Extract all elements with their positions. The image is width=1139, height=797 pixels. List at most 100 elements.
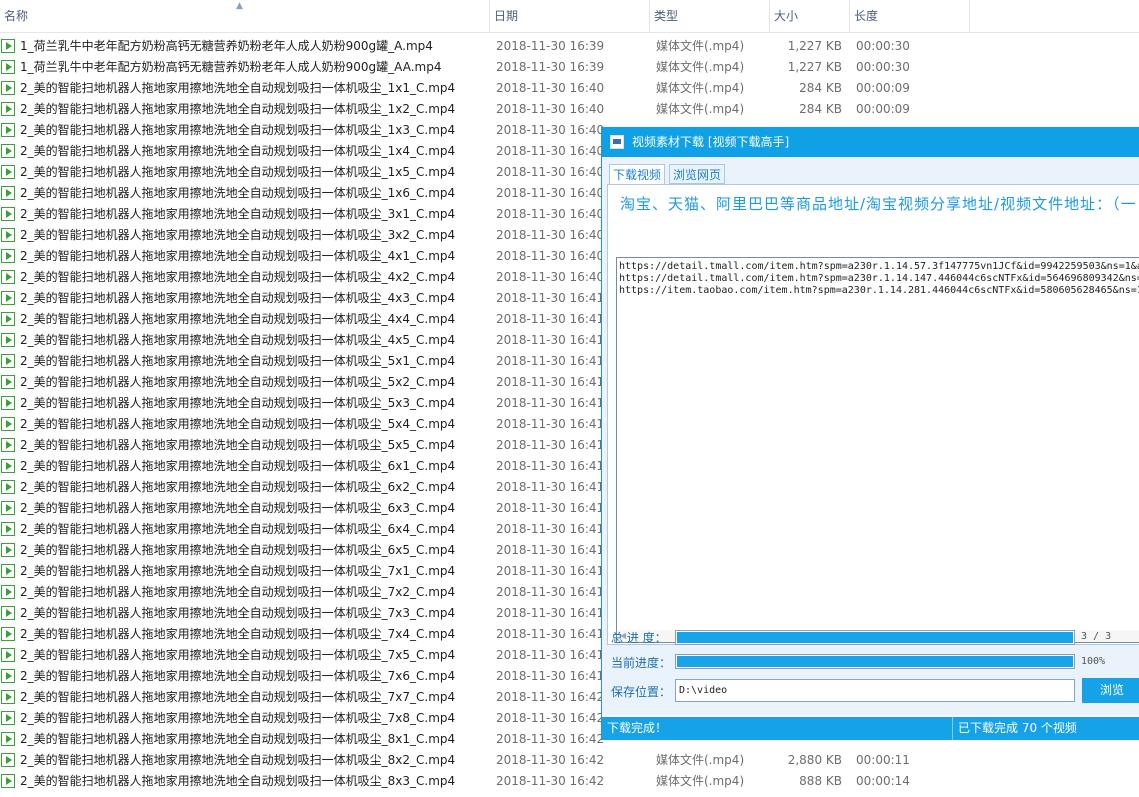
video-file-icon [1,438,15,452]
file-name: 2_美的智能扫地机器人拖地家用擦地洗地全自动规划吸扫一体机吸尘_6x5_C.mp… [20,543,456,557]
current-progress-text: 100% [1081,656,1106,667]
video-file-icon [1,375,15,389]
file-type: 媒体文件(.mp4) [656,60,745,74]
file-name: 1_荷兰乳牛中老年配方奶粉高钙无糖营养奶粉老年人成人奶粉900g罐_AA.mp4 [20,60,442,74]
downloader-titlebar[interactable]: 视频素材下载 [视频下载高手] [602,127,1139,157]
file-length: 00:00:14 [856,774,910,788]
column-header-length[interactable]: 长度 [850,0,970,32]
file-date: 2018-11-30 16:40 [496,81,605,95]
file-name: 2_美的智能扫地机器人拖地家用擦地洗地全自动规划吸扫一体机吸尘_4x3_C.mp… [20,291,456,305]
video-file-icon [1,501,15,515]
video-file-icon [1,228,15,242]
file-name: 2_美的智能扫地机器人拖地家用擦地洗地全自动规划吸扫一体机吸尘_6x1_C.mp… [20,459,456,473]
file-date: 2018-11-30 16:42 [496,732,605,746]
status-message: 下载完成！ [607,721,668,735]
file-name: 2_美的智能扫地机器人拖地家用擦地洗地全自动规划吸扫一体机吸尘_7x6_C.mp… [20,669,456,683]
video-file-icon [1,186,15,200]
file-name: 2_美的智能扫地机器人拖地家用擦地洗地全自动规划吸扫一体机吸尘_5x2_C.mp… [20,375,456,389]
file-name: 2_美的智能扫地机器人拖地家用擦地洗地全自动规划吸扫一体机吸尘_5x4_C.mp… [20,417,456,431]
video-file-icon [1,396,15,410]
file-date: 2018-11-30 16:39 [496,60,605,74]
file-size: 888 KB [799,774,842,788]
column-header-type[interactable]: 类型 [650,0,770,32]
file-name: 2_美的智能扫地机器人拖地家用擦地洗地全自动规划吸扫一体机吸尘_7x8_C.mp… [20,711,456,725]
video-file-icon [1,81,15,95]
file-name: 2_美的智能扫地机器人拖地家用擦地洗地全自动规划吸扫一体机吸尘_1x2_C.mp… [20,102,456,116]
video-file-icon [1,249,15,263]
file-row[interactable]: 2_美的智能扫地机器人拖地家用擦地洗地全自动规划吸扫一体机吸尘_8x3_C.mp… [0,771,1139,792]
video-file-icon [1,711,15,725]
file-type: 媒体文件(.mp4) [656,81,745,95]
file-date: 2018-11-30 16:41 [496,312,605,326]
column-header-date[interactable]: 日期 [490,0,650,32]
file-row[interactable]: 1_荷兰乳牛中老年配方奶粉高钙无糖营养奶粉老年人成人奶粉900g罐_AA.mp4… [0,57,1139,78]
file-date: 2018-11-30 16:41 [496,417,605,431]
video-file-icon [1,417,15,431]
file-name: 2_美的智能扫地机器人拖地家用擦地洗地全自动规划吸扫一体机吸尘_6x4_C.mp… [20,522,456,536]
file-name: 2_美的智能扫地机器人拖地家用擦地洗地全自动规划吸扫一体机吸尘_6x3_C.mp… [20,501,456,515]
current-progress-label: 当前进度： [611,656,672,670]
file-date: 2018-11-30 16:40 [496,186,605,200]
file-name: 2_美的智能扫地机器人拖地家用擦地洗地全自动规划吸扫一体机吸尘_1x1_C.mp… [20,81,456,95]
file-name: 2_美的智能扫地机器人拖地家用擦地洗地全自动规划吸扫一体机吸尘_7x4_C.mp… [20,627,456,641]
video-file-icon [1,459,15,473]
file-name: 2_美的智能扫地机器人拖地家用擦地洗地全自动规划吸扫一体机吸尘_5x5_C.mp… [20,438,456,452]
video-file-icon [1,648,15,662]
video-file-icon [1,522,15,536]
file-row[interactable]: 2_美的智能扫地机器人拖地家用擦地洗地全自动规划吸扫一体机吸尘_8x2_C.mp… [0,750,1139,771]
save-path-input[interactable]: D:\video [675,679,1075,702]
file-name: 1_荷兰乳牛中老年配方奶粉高钙无糖营养奶粉老年人成人奶粉900g罐_A.mp4 [20,39,433,53]
file-row[interactable]: 1_荷兰乳牛中老年配方奶粉高钙无糖营养奶粉老年人成人奶粉900g罐_A.mp4 2… [0,36,1139,57]
tab-browse-web[interactable]: 浏览网页 [669,164,726,184]
video-file-icon [1,207,15,221]
downloader-body: 下载视频 浏览网页 淘宝、天猫、阿里巴巴等商品地址/淘宝视频分享地址/视频文件地… [602,157,1139,715]
total-progress-bar [675,630,1075,645]
file-date: 2018-11-30 16:41 [496,627,605,641]
column-header-size[interactable]: 大小 [770,0,850,32]
video-file-icon [1,333,15,347]
tab-download-video[interactable]: 下载视频 [609,164,666,185]
file-date: 2018-11-30 16:41 [496,648,605,662]
video-file-icon [1,564,15,578]
file-row[interactable]: 2_美的智能扫地机器人拖地家用擦地洗地全自动规划吸扫一体机吸尘_1x2_C.mp… [0,99,1139,120]
video-file-icon [1,669,15,683]
file-date: 2018-11-30 16:41 [496,396,605,410]
file-size: 284 KB [799,102,842,116]
current-progress-fill [677,656,1073,667]
file-date: 2018-11-30 16:39 [496,39,605,53]
app-icon [610,135,624,149]
current-progress-bar [675,654,1075,669]
video-file-icon [1,732,15,746]
explorer-header: ▲ 名称 日期 类型 大小 长度 [0,0,1139,33]
video-file-icon [1,60,15,74]
file-date: 2018-11-30 16:40 [496,228,605,242]
file-type: 媒体文件(.mp4) [656,39,745,53]
video-file-icon [1,354,15,368]
video-file-icon [1,165,15,179]
file-name: 2_美的智能扫地机器人拖地家用擦地洗地全自动规划吸扫一体机吸尘_7x7_C.mp… [20,690,456,704]
file-date: 2018-11-30 16:41 [496,354,605,368]
file-date: 2018-11-30 16:42 [496,690,605,704]
file-row[interactable]: 2_美的智能扫地机器人拖地家用擦地洗地全自动规划吸扫一体机吸尘_1x1_C.mp… [0,78,1139,99]
file-date: 2018-11-30 16:41 [496,375,605,389]
file-date: 2018-11-30 16:41 [496,438,605,452]
file-name: 2_美的智能扫地机器人拖地家用擦地洗地全自动规划吸扫一体机吸尘_6x2_C.mp… [20,480,456,494]
file-date: 2018-11-30 16:40 [496,102,605,116]
download-panel: 淘宝、天猫、阿里巴巴等商品地址/淘宝视频分享地址/视频文件地址：（一 https… [607,184,1139,645]
file-name: 2_美的智能扫地机器人拖地家用擦地洗地全自动规划吸扫一体机吸尘_1x4_C.mp… [20,144,456,158]
video-file-icon [1,102,15,116]
downloader-window: 视频素材下载 [视频下载高手] 下载视频 浏览网页 淘宝、天猫、阿里巴巴等商品地… [601,127,1139,740]
video-file-icon [1,774,15,788]
file-length: 00:00:09 [856,81,910,95]
video-file-icon [1,312,15,326]
video-file-icon [1,585,15,599]
file-date: 2018-11-30 16:42 [496,774,605,788]
browse-button[interactable]: 浏览 [1082,678,1139,703]
file-length: 00:00:11 [856,753,910,767]
file-date: 2018-11-30 16:40 [496,249,605,263]
file-date: 2018-11-30 16:41 [496,333,605,347]
file-name: 2_美的智能扫地机器人拖地家用擦地洗地全自动规划吸扫一体机吸尘_8x2_C.mp… [20,753,456,767]
url-textarea[interactable]: https://detail.tmall.com/item.htm?spm=a2… [616,257,1139,643]
column-header-name[interactable]: 名称 [0,0,490,32]
file-name: 2_美的智能扫地机器人拖地家用擦地洗地全自动规划吸扫一体机吸尘_7x5_C.mp… [20,648,456,662]
